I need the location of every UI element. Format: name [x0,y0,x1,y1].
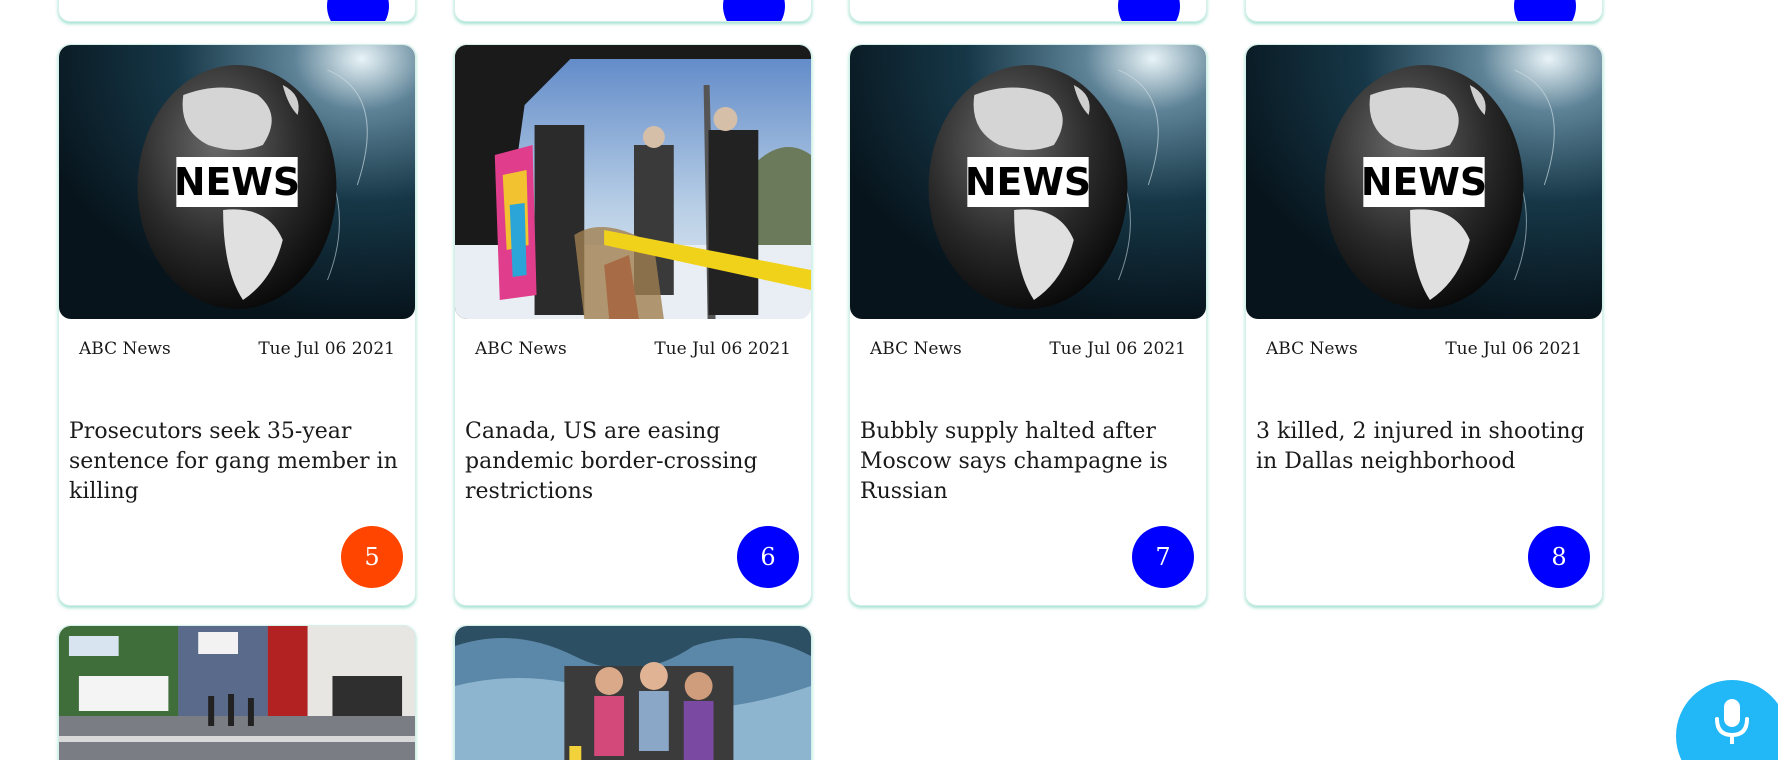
globe-news-label: NEWS [965,160,1091,204]
card-headline[interactable]: 3 killed, 2 injured in shooting in Dalla… [1256,417,1586,477]
news-card-partial[interactable] [1245,0,1603,22]
card-number-badge[interactable]: 6 [737,526,799,588]
card-number-badge [327,0,389,21]
card-date: Tue Jul 06 2021 [258,339,395,359]
news-card[interactable]: ABC News Tue Jul 06 2021 Canada, US are … [454,44,812,606]
street-scene-photo [59,626,415,760]
card-number-badge [1118,0,1180,21]
news-card-partial[interactable] [849,0,1207,22]
news-feed-page: NEWS ABC News Tue Jul 06 2021 Prosecutor… [0,0,1778,760]
news-globe-image: NEWS [1246,45,1602,319]
card-headline[interactable]: Canada, US are easing pandemic border-cr… [465,417,795,507]
card-source: ABC News [870,339,962,359]
card-number-badge [1514,0,1576,21]
card-number-badge[interactable]: 8 [1528,526,1590,588]
microphone-icon [1712,680,1752,749]
news-card[interactable]: NEWS ABC News Tue Jul 06 2021 3 killed, … [1245,44,1603,606]
water-ride-photo [455,626,811,760]
card-number-badge [723,0,785,21]
news-card[interactable]: NEWS ABC News Tue Jul 06 2021 Bubbly sup… [849,44,1207,606]
news-card-partial[interactable] [454,625,812,760]
news-globe-image: NEWS [850,45,1206,319]
card-number-badge[interactable]: 7 [1132,526,1194,588]
card-source: ABC News [79,339,171,359]
card-date: Tue Jul 06 2021 [654,339,791,359]
card-meta: ABC News Tue Jul 06 2021 [475,339,791,359]
news-globe-image: NEWS [59,45,415,319]
border-crossing-photo [455,45,811,319]
card-source: ABC News [1266,339,1358,359]
card-number-badge[interactable]: 5 [341,526,403,588]
card-date: Tue Jul 06 2021 [1445,339,1582,359]
card-headline[interactable]: Prosecutors seek 35-year sentence for ga… [69,417,399,507]
news-card-partial[interactable] [58,0,416,22]
globe-news-label: NEWS [1361,160,1487,204]
card-meta: ABC News Tue Jul 06 2021 [1266,339,1582,359]
news-card[interactable]: NEWS ABC News Tue Jul 06 2021 Prosecutor… [58,44,416,606]
card-source: ABC News [475,339,567,359]
news-card-partial[interactable] [454,0,812,22]
globe-news-label: NEWS [174,160,300,204]
card-meta: ABC News Tue Jul 06 2021 [870,339,1186,359]
card-headline[interactable]: Bubbly supply halted after Moscow says c… [860,417,1190,507]
card-meta: ABC News Tue Jul 06 2021 [79,339,395,359]
card-date: Tue Jul 06 2021 [1049,339,1186,359]
news-card-partial[interactable] [58,625,416,760]
voice-search-button[interactable] [1676,680,1778,760]
